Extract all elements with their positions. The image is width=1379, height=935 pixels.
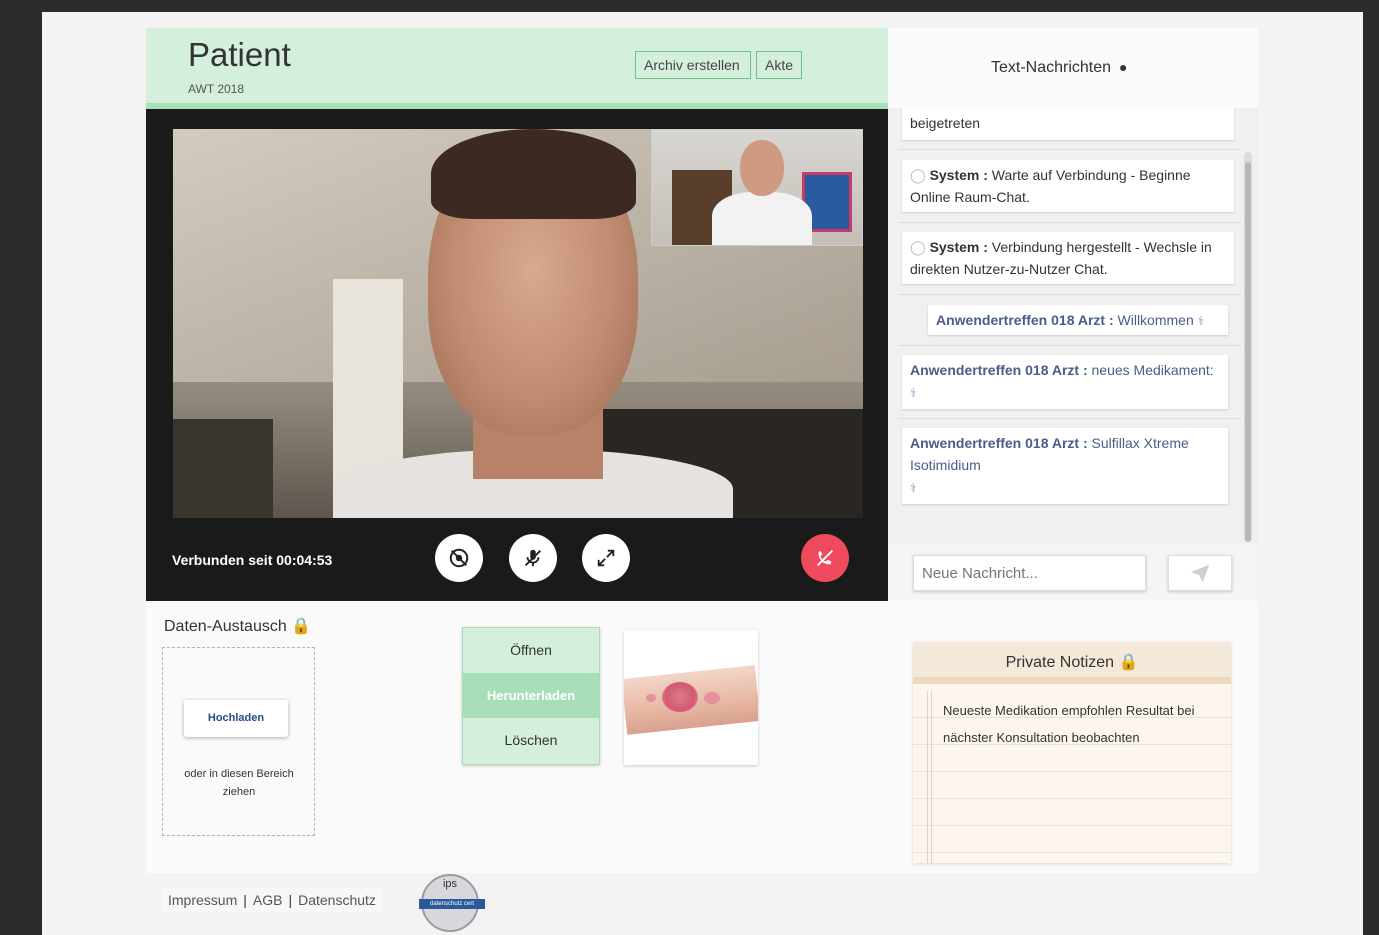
chat-message: Anwendertreffen 018 Arzt : neues Medikam… [902,355,1228,409]
camera-off-icon [449,548,469,568]
paper-plane-icon [1190,564,1210,583]
camera-toggle-button[interactable] [435,534,483,582]
page-subtitle: AWT 2018 [188,82,245,96]
private-notes-panel: Private Notizen 🔒 Neueste Medikation emp… [913,642,1231,863]
chat-input-area [888,545,1258,603]
record-button[interactable]: Akte [756,51,802,79]
chat-message: ◯ System : Verbindung hergestellt - Wech… [902,232,1234,284]
chat-message: beigetreten [902,108,1234,140]
send-button[interactable] [1168,555,1232,591]
lock-icon: 🔒 [291,618,312,635]
video-call-area: Verbunden seit 00:04:53 [146,109,888,601]
footer-links: Impressum | AGB | Datenschutz [162,887,382,913]
footer-link-agb[interactable]: AGB [253,892,283,908]
mic-toggle-button[interactable] [509,534,557,582]
chat-title: Text-Nachrichten ● [991,59,1128,76]
connection-status: Verbunden seit 00:04:53 [172,552,333,568]
create-archive-button[interactable]: Archiv erstellen [635,51,751,79]
fullscreen-button[interactable] [582,534,630,582]
mic-off-icon [525,549,541,567]
footer-link-impressum[interactable]: Impressum [168,892,237,908]
open-file-button[interactable]: Öffnen [463,628,599,673]
delete-file-button[interactable]: Löschen [463,718,599,763]
drop-hint: oder in diesen Bereich ziehen [184,768,294,798]
stethoscope-icon: ⚕ [910,481,917,495]
file-dropzone[interactable]: Hochladen oder in diesen Bereich ziehen [162,647,315,836]
fullscreen-icon [597,549,615,567]
notes-title: Private Notizen 🔒 [913,642,1231,684]
bottom-panel: Daten-Austausch 🔒 Hochladen oder in dies… [146,601,1258,873]
stethoscope-icon: ⚕ [910,386,917,400]
message-input[interactable] [913,555,1146,591]
chat-bubble-icon: ● [1119,59,1128,75]
stethoscope-icon: ⚕ [1197,314,1205,328]
download-file-button[interactable]: Herunterladen [463,673,599,718]
privacy-certificate-badge[interactable]: ips datenschutz cert [419,874,485,932]
notes-textarea[interactable]: Neueste Medikation empfohlen Resultat be… [943,697,1213,751]
chat-message-list[interactable]: beigetreten ◯ System : Warte auf Verbind… [888,108,1258,545]
footer-link-datenschutz[interactable]: Datenschutz [298,892,376,908]
shared-image-thumbnail[interactable] [624,630,758,765]
data-exchange-title: Daten-Austausch 🔒 [164,618,312,635]
hangup-icon [817,550,833,566]
lock-icon: 🔒 [1118,654,1139,671]
file-action-menu: Öffnen Herunterladen Löschen [462,627,600,765]
upload-button[interactable]: Hochladen [184,700,288,737]
hangup-button[interactable] [801,534,849,582]
patient-header: Patient AWT 2018 Archiv erstellen Akte [146,28,888,109]
chat-message: Anwendertreffen 018 Arzt : Willkommen ⚕ [928,305,1228,335]
chat-scrollbar-thumb[interactable] [1245,162,1251,542]
chat-message: ◯ System : Warte auf Verbindung - Beginn… [902,160,1234,212]
page-title: Patient [188,36,291,73]
local-video-preview[interactable] [651,129,863,246]
chat-header: Text-Nachrichten ● [888,28,1258,108]
chat-message: Anwendertreffen 018 Arzt : Sulfillax Xtr… [902,428,1228,504]
